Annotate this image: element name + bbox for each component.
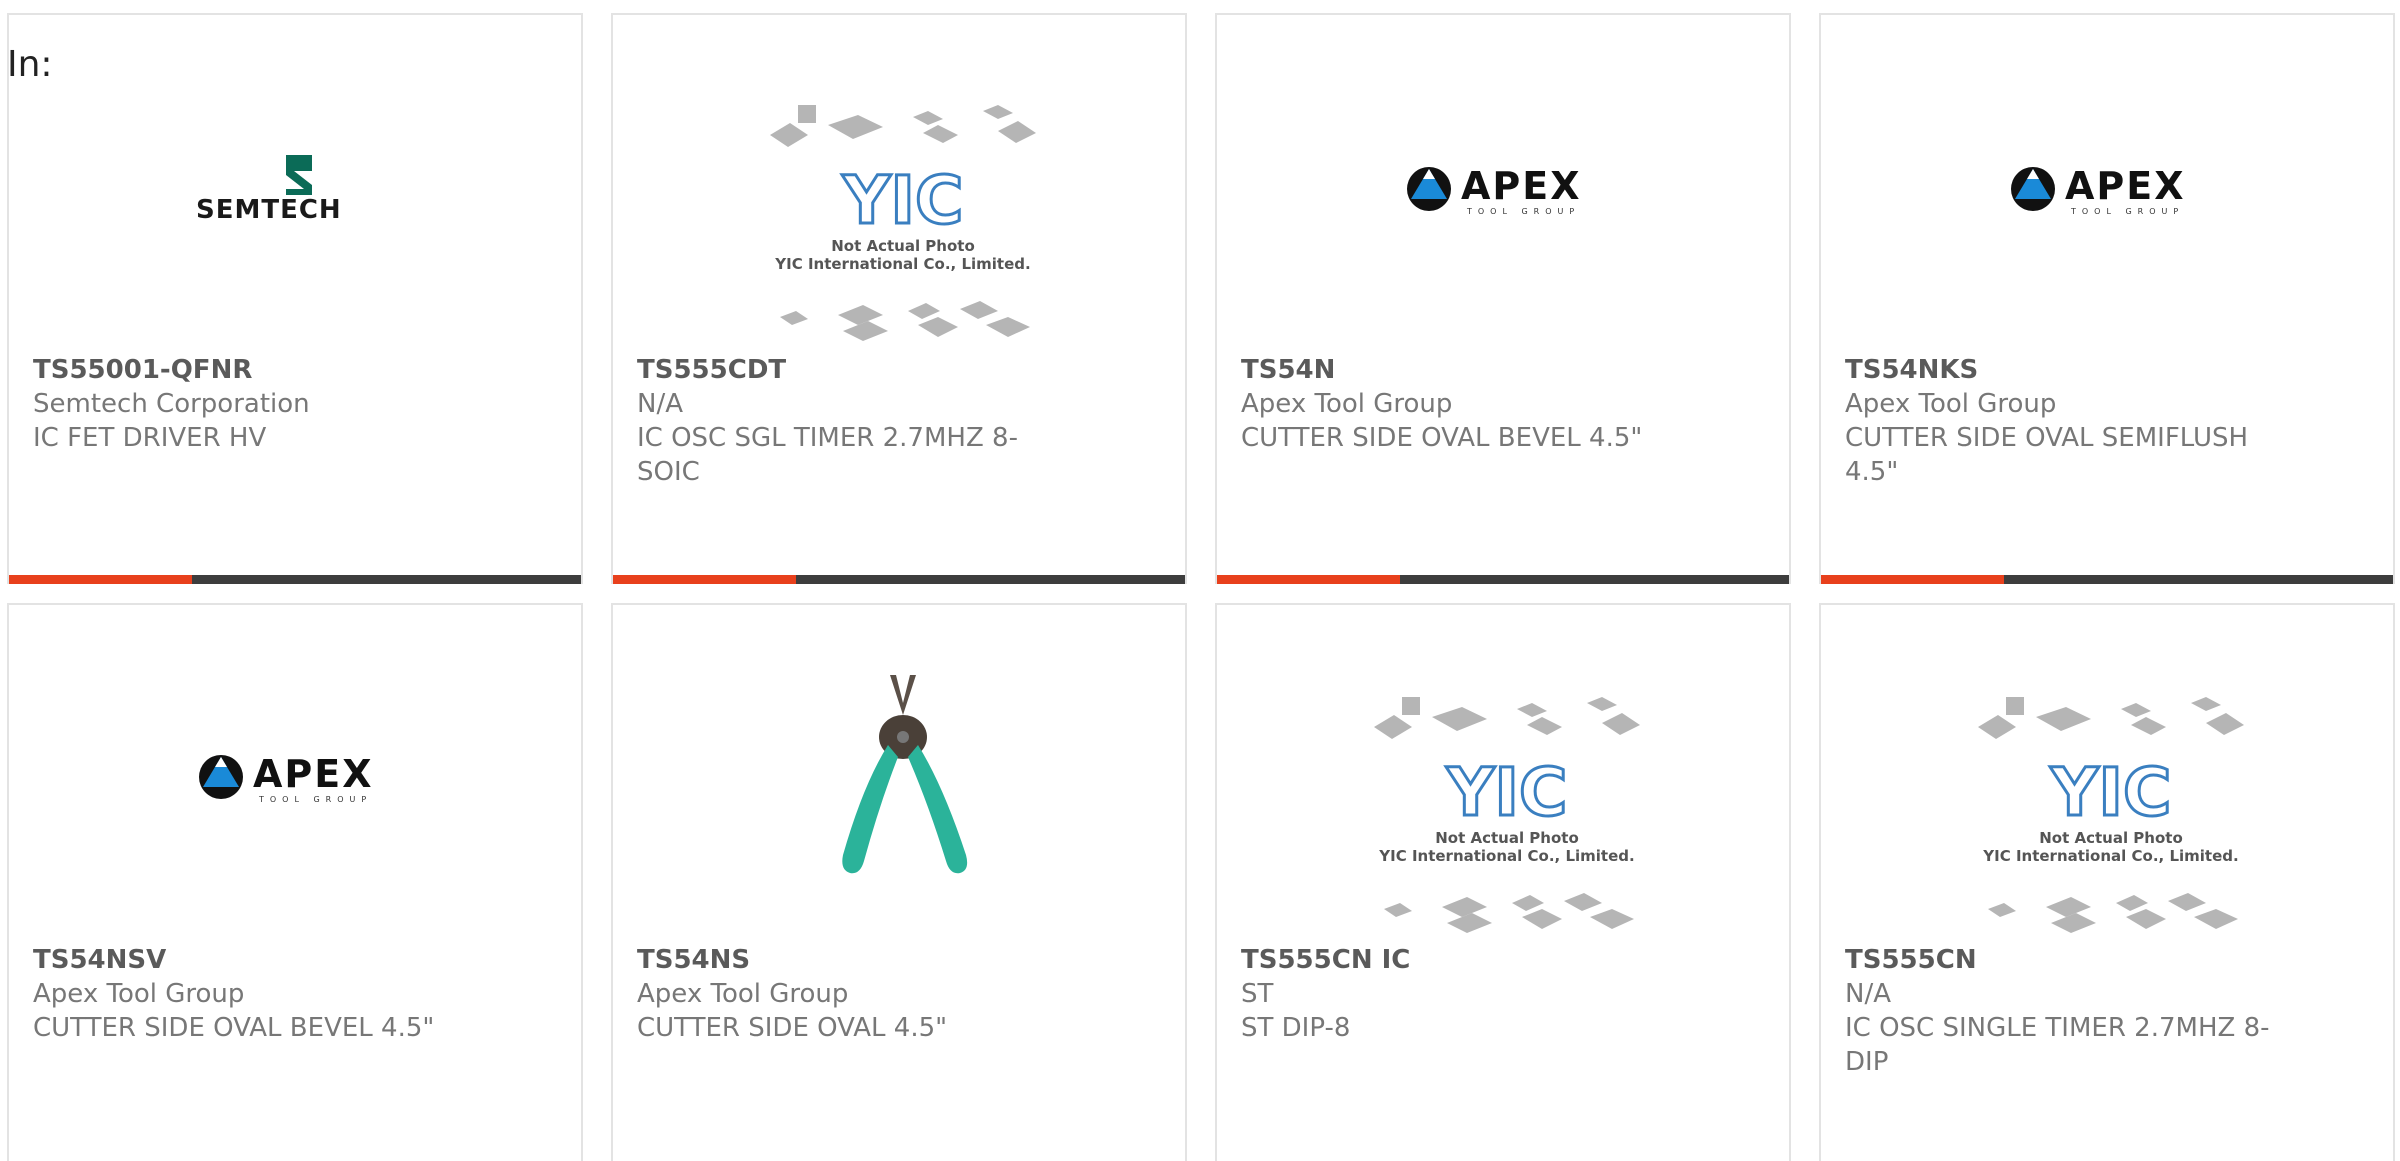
description: CUTTER SIDE OVAL SEMIFLUSH 4.5": [1845, 423, 2249, 487]
product-info: TS54NS Apex Tool Group CUTTER SIDE OVAL …: [637, 943, 1077, 1045]
product-info: TS555CN N/A IC OSC SINGLE TIMER 2.7MHZ 8…: [1845, 943, 2285, 1079]
product-image[interactable]: APEX TOOL GROUP: [9, 605, 581, 940]
svg-text:YIC: YIC: [2050, 754, 2172, 831]
product-card[interactable]: APEX TOOL GROUP TS54N Apex Tool Group CU…: [1215, 13, 1791, 584]
product-info: TS54NKS Apex Tool Group CUTTER SIDE OVAL…: [1845, 353, 2285, 489]
description: IC FET DRIVER HV: [33, 423, 267, 453]
product-image[interactable]: YIC Not Actual Photo YIC International C…: [613, 15, 1185, 350]
product-card[interactable]: APEX TOOL GROUP TS54NKS Apex Tool Group …: [1819, 13, 2395, 584]
chip-icons: YIC: [770, 105, 1036, 341]
svg-text:YIC: YIC: [1446, 754, 1568, 831]
manufacturer: Apex Tool Group: [1241, 389, 1453, 419]
description: CUTTER SIDE OVAL BEVEL 4.5": [33, 1013, 435, 1043]
product-card[interactable]: YIC Not Actual Photo YIC International C…: [1215, 603, 1791, 1161]
part-number[interactable]: TS555CN: [1845, 943, 2285, 977]
apex-logo: APEX TOOL GROUP: [197, 753, 407, 813]
apex-logo-icon: [199, 755, 243, 799]
manufacturer: N/A: [1845, 979, 1891, 1009]
product-image[interactable]: SEMTECH: [9, 15, 581, 350]
part-number[interactable]: TS54N: [1241, 353, 1681, 387]
apex-logo-icon: [1407, 167, 1451, 211]
card-bar-accent: [9, 575, 192, 584]
apex-logo-icon: [2011, 167, 2055, 211]
placeholder-line1: Not Actual Photo: [1435, 829, 1579, 847]
product-card[interactable]: YIC Not Actual Photo YIC International C…: [611, 13, 1187, 584]
card-bar-accent: [1821, 575, 2004, 584]
manufacturer: ST: [1241, 979, 1274, 1009]
product-image[interactable]: APEX TOOL GROUP: [1821, 15, 2393, 350]
product-image[interactable]: YIC Not Actual Photo YIC International C…: [1821, 605, 2393, 940]
product-grid-page: In: SEMTECH TS55001-QFNR Semtech Corpora…: [0, 0, 2400, 1161]
part-number[interactable]: TS54NSV: [33, 943, 473, 977]
product-info: TS54N Apex Tool Group CUTTER SIDE OVAL B…: [1241, 353, 1681, 455]
chip-icons: YIC: [1374, 697, 1640, 933]
card-bar: [1217, 575, 1789, 584]
yic-placeholder-image: YIC Not Actual Photo YIC International C…: [768, 105, 1038, 345]
placeholder-line1: Not Actual Photo: [831, 237, 975, 255]
part-number[interactable]: TS555CN IC: [1241, 943, 1681, 977]
placeholder-line2: YIC International Co., Limited.: [1983, 847, 2239, 865]
product-card[interactable]: APEX TOOL GROUP TS54NSV Apex Tool Group …: [7, 603, 583, 1161]
placeholder-line2: YIC International Co., Limited.: [775, 255, 1031, 273]
card-bar: [1821, 575, 2393, 584]
manufacturer: Apex Tool Group: [33, 979, 245, 1009]
part-number[interactable]: TS55001-QFNR: [33, 353, 473, 387]
product-card[interactable]: SEMTECH TS55001-QFNR Semtech Corporation…: [7, 13, 583, 584]
product-info: TS555CDT N/A IC OSC SGL TIMER 2.7MHZ 8-S…: [637, 353, 1077, 489]
description: CUTTER SIDE OVAL BEVEL 4.5": [1241, 423, 1643, 453]
pliers-icon: [842, 675, 968, 874]
yic-placeholder-image: YIC Not Actual Photo YIC International C…: [1976, 697, 2246, 937]
card-bar: [613, 575, 1185, 584]
manufacturer: N/A: [637, 389, 683, 419]
manufacturer: Apex Tool Group: [637, 979, 849, 1009]
product-image[interactable]: [613, 605, 1185, 940]
part-number[interactable]: TS54NS: [637, 943, 1077, 977]
part-number[interactable]: TS555CDT: [637, 353, 1077, 387]
yic-placeholder-image: YIC Not Actual Photo YIC International C…: [1372, 697, 1642, 937]
placeholder-line1: Not Actual Photo: [2039, 829, 2183, 847]
svg-text:YIC: YIC: [842, 162, 964, 239]
product-card[interactable]: TS54NS Apex Tool Group CUTTER SIDE OVAL …: [611, 603, 1187, 1161]
description: IC OSC SGL TIMER 2.7MHZ 8-SOIC: [637, 423, 1018, 487]
manufacturer: Semtech Corporation: [33, 389, 310, 419]
chip-icons: YIC: [1978, 697, 2244, 933]
part-number[interactable]: TS54NKS: [1845, 353, 2285, 387]
description: CUTTER SIDE OVAL 4.5": [637, 1013, 948, 1043]
card-bar-accent: [613, 575, 796, 584]
card-bar: [9, 575, 581, 584]
apex-logo: APEX TOOL GROUP: [1405, 165, 1615, 225]
manufacturer: Apex Tool Group: [1845, 389, 2057, 419]
semtech-logo: SEMTECH: [196, 155, 406, 225]
description: ST DIP-8: [1241, 1013, 1351, 1043]
apex-logo: APEX TOOL GROUP: [2009, 165, 2219, 225]
product-image[interactable]: APEX TOOL GROUP: [1217, 15, 1789, 350]
product-info: TS54NSV Apex Tool Group CUTTER SIDE OVAL…: [33, 943, 473, 1045]
description: IC OSC SINGLE TIMER 2.7MHZ 8-DIP: [1845, 1013, 2270, 1077]
product-image[interactable]: YIC Not Actual Photo YIC International C…: [1217, 605, 1789, 940]
filter-label: In:: [7, 44, 53, 85]
placeholder-line2: YIC International Co., Limited.: [1379, 847, 1635, 865]
product-info: TS55001-QFNR Semtech Corporation IC FET …: [33, 353, 473, 455]
product-info: TS555CN IC ST ST DIP-8: [1241, 943, 1681, 1045]
product-card[interactable]: YIC Not Actual Photo YIC International C…: [1819, 603, 2395, 1161]
card-bar-accent: [1217, 575, 1400, 584]
